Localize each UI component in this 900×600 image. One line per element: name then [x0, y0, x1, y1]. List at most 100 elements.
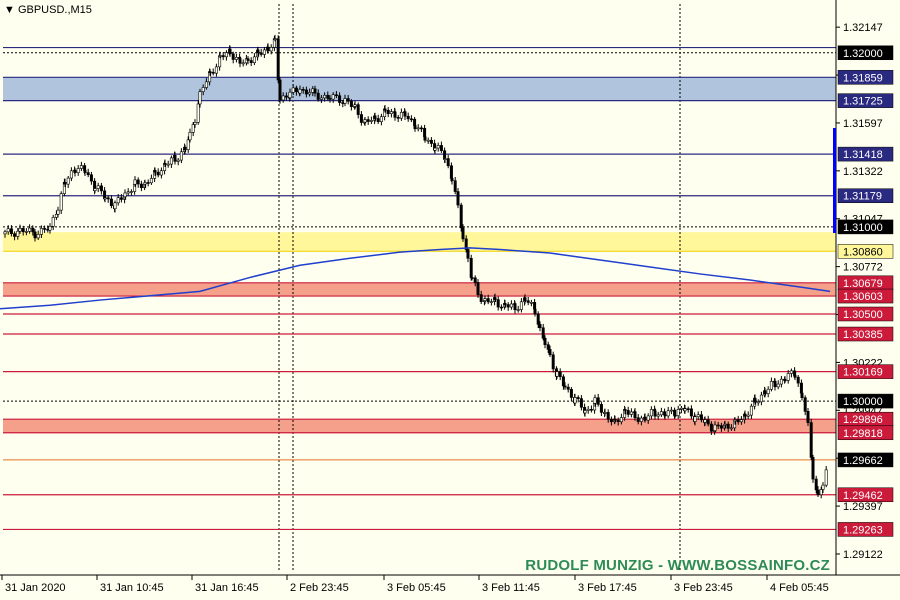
candle-body [281, 95, 285, 101]
dropdown-triangle-icon[interactable]: ▼ [4, 4, 15, 16]
candle-body [629, 411, 633, 415]
candle-body [363, 119, 367, 123]
candle-body [779, 378, 783, 385]
candle-body [106, 197, 110, 200]
candle-body [338, 95, 342, 103]
candle-body [413, 125, 417, 130]
candle-body [821, 484, 825, 490]
price-chart[interactable]: 1.321471.318721.315971.313221.310471.307… [0, 0, 900, 600]
candle-body [683, 408, 687, 412]
candle-body [252, 56, 256, 63]
candle-body [406, 115, 410, 120]
candle-body [334, 94, 338, 97]
candle-body [426, 139, 430, 142]
candle-body [176, 159, 180, 162]
candle-body [696, 414, 700, 417]
candle-body [48, 225, 52, 231]
symbol-text: GBPUSD.,M15 [17, 4, 92, 16]
candle-body [663, 414, 667, 417]
candle-body [393, 111, 397, 118]
candle-body [599, 404, 603, 413]
candle-body [249, 60, 253, 63]
candle-body [284, 95, 288, 98]
candle-body [214, 66, 218, 74]
candle-body [409, 118, 413, 121]
x-tick-label: 31 Jan 2020 [5, 582, 66, 594]
x-tick-label: 31 Jan 10:45 [100, 582, 164, 594]
candle-body [196, 103, 200, 123]
price-tag-label: 1.29263 [843, 524, 883, 536]
candle-body [716, 424, 720, 427]
candle-body [278, 79, 282, 101]
candle-body [563, 385, 567, 388]
candle-body [373, 115, 377, 119]
price-tag-label: 1.29896 [843, 414, 883, 426]
candle-body [816, 489, 820, 495]
candle-body [499, 306, 503, 309]
candle-body [470, 277, 474, 279]
candle-body [800, 392, 804, 398]
candle-body [516, 309, 520, 311]
candle-body [123, 192, 127, 198]
price-zone [3, 77, 836, 101]
x-tick-label: 4 Feb 05:45 [770, 582, 829, 594]
candle-body [450, 178, 454, 181]
candle-body [331, 94, 335, 100]
candle-body [326, 94, 330, 99]
candle-body [159, 170, 163, 176]
candle-body [636, 417, 640, 422]
price-tag-label: 1.31859 [843, 72, 883, 84]
candle-body [343, 98, 347, 104]
candle-body [459, 204, 463, 229]
y-tick-label: 1.29122 [843, 549, 883, 561]
candle-body [63, 181, 67, 185]
candle-body [328, 98, 332, 100]
candle-body [566, 386, 570, 390]
candle-body [433, 147, 437, 151]
candle-body [603, 412, 607, 414]
candle-body [208, 71, 212, 73]
candle-body [673, 415, 677, 417]
candle-body [769, 381, 773, 390]
candle-body [749, 405, 753, 416]
candle-body [473, 277, 477, 283]
candle-body [548, 349, 552, 356]
candle-body [659, 411, 663, 416]
candle-body [793, 375, 797, 378]
candle-body [294, 87, 298, 93]
candle-body [379, 116, 383, 123]
candle-body [16, 230, 20, 237]
price-tag-label: 1.30500 [843, 309, 883, 321]
candle-body [476, 282, 480, 295]
candle-body [633, 411, 637, 419]
candle-body [153, 170, 157, 173]
candle-body [359, 114, 363, 123]
candle-body [803, 397, 807, 412]
candle-body [686, 408, 690, 410]
candle-body [73, 169, 77, 173]
candle-body [656, 414, 660, 417]
candle-body [739, 419, 743, 423]
candle-body [555, 371, 559, 377]
candle-body [403, 111, 407, 117]
candle-body [28, 227, 32, 232]
candle-body [703, 419, 707, 423]
price-tag-label: 1.29662 [843, 455, 883, 467]
candle-body [439, 145, 443, 151]
candle-body [666, 410, 670, 417]
candle-body [319, 97, 323, 100]
chart-window[interactable]: 1.321471.318721.315971.313221.310471.307… [0, 0, 900, 600]
candle-body [639, 417, 643, 422]
scroll-marker [833, 128, 836, 233]
candle-body [819, 489, 823, 495]
price-zone [3, 282, 836, 297]
price-tag-label: 1.29818 [843, 428, 883, 440]
candle-body [606, 412, 610, 420]
candle-body [139, 183, 143, 189]
candle-body [756, 401, 760, 404]
candle-body [21, 228, 25, 233]
candle-body [301, 89, 305, 91]
candle-body [419, 127, 423, 130]
candle-body [729, 427, 733, 430]
x-tick-label: 3 Feb 11:45 [482, 582, 540, 594]
